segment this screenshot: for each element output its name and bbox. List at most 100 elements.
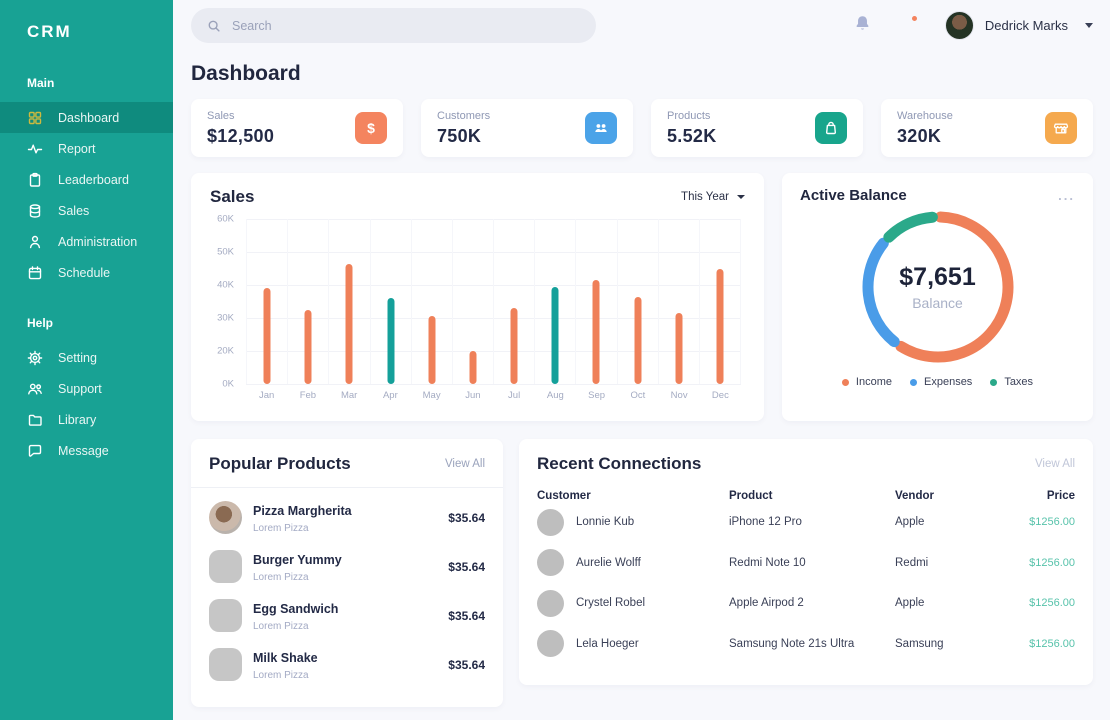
- y-tick-label: 20K: [217, 345, 234, 357]
- messages-icon[interactable]: [897, 14, 918, 34]
- search-input[interactable]: [232, 18, 580, 33]
- user-menu[interactable]: Dedrick Marks: [944, 11, 1093, 40]
- stats-row: Sales $12,500 $ Customers 750K Products 5.52K W…: [191, 99, 1093, 157]
- bar-jan: [263, 288, 271, 384]
- price-cell: $1256.00: [1029, 556, 1075, 569]
- sales-bar-chart: 60K 50K 40K 30K 20K 0K Jan Feb Mar Apr May Jun Jul A…: [210, 214, 745, 409]
- table-row[interactable]: Crystel Robel Apple Airpod 2 Apple $1256.00: [537, 583, 1075, 624]
- product-cell: Redmi Note 10: [729, 556, 806, 569]
- x-tick-label: Oct: [630, 390, 646, 401]
- product-price: $35.64: [448, 559, 485, 574]
- user-icon: [27, 234, 43, 250]
- sidebar-item-setting[interactable]: Setting: [0, 342, 173, 373]
- sidebar-item-administration[interactable]: Administration: [0, 226, 173, 257]
- legend-item-taxes: Taxes: [990, 376, 1033, 388]
- bar-may: [428, 316, 436, 384]
- vendor-cell: Samsung: [895, 637, 944, 650]
- stat-card-customers: Customers 750K: [421, 99, 633, 157]
- product-subtitle: Lorem Pizza: [253, 522, 309, 534]
- table-row[interactable]: Aurelie Wolff Redmi Note 10 Redmi $1256.00: [537, 543, 1075, 584]
- vendor-cell: Apple: [895, 597, 925, 610]
- sales-chart-title: Sales: [210, 187, 255, 206]
- product-row[interactable]: Pizza Margherita Lorem Pizza $35.64: [209, 493, 485, 542]
- sidebar-item-schedule[interactable]: Schedule: [0, 257, 173, 288]
- x-tick-label: Jun: [465, 390, 481, 401]
- products-view-all-link[interactable]: View All: [445, 458, 485, 470]
- sidebar-item-message[interactable]: Message: [0, 435, 173, 466]
- page-title: Dashboard: [191, 62, 301, 85]
- x-tick-label: May: [422, 390, 441, 401]
- sidebar-item-label: Sales: [58, 203, 90, 218]
- sidebar-item-label: Dashboard: [58, 110, 120, 125]
- stat-card-products: Products 5.52K: [651, 99, 863, 157]
- notifications-bell-icon[interactable]: [854, 14, 871, 37]
- sidebar-item-label: Report: [58, 141, 96, 156]
- legend-item-income: Income: [841, 376, 892, 388]
- connections-view-all-link[interactable]: View All: [1035, 458, 1075, 470]
- bar-aug: [551, 286, 559, 384]
- activity-icon: [27, 141, 43, 157]
- bar-column-apr: [369, 219, 411, 384]
- sidebar-item-dashboard[interactable]: Dashboard: [0, 102, 173, 133]
- donut-legend: Income Expenses Taxes: [800, 376, 1075, 388]
- legend-label: Income: [855, 376, 892, 388]
- bar-column-mar: [328, 219, 369, 384]
- table-row[interactable]: Lonnie Kub iPhone 12 Pro Apple $1256.00: [537, 502, 1075, 543]
- product-price: $35.64: [448, 510, 485, 525]
- sidebar-section-label: Main: [27, 76, 55, 90]
- table-row[interactable]: Lela Hoeger Samsung Note 21s Ultra Samsung…: [537, 624, 1075, 665]
- calendar-icon: [27, 265, 43, 281]
- popular-products-card: Popular Products View All Pizza Margheri…: [191, 439, 503, 707]
- user-name: Dedrick Marks: [984, 18, 1068, 33]
- year-filter-dropdown[interactable]: This Year: [681, 191, 745, 203]
- sidebar-section-label: Help: [27, 316, 54, 330]
- dollar-icon: $: [355, 112, 387, 144]
- sidebar-item-label: Setting: [58, 350, 97, 365]
- sidebar-item-leaderboard[interactable]: Leaderboard: [0, 164, 173, 195]
- gear-icon: [27, 350, 43, 366]
- sidebar-item-support[interactable]: Support: [0, 373, 173, 404]
- stat-card-warehouse: Warehouse 320K: [881, 99, 1093, 157]
- bar-column-jan: [246, 219, 287, 384]
- product-name: Burger Yummy: [253, 552, 342, 567]
- sidebar-item-report[interactable]: Report: [0, 133, 173, 164]
- product-row[interactable]: Egg Sandwich Lorem Pizza $35.64: [209, 591, 485, 640]
- legend-item-expenses: Expenses: [910, 376, 972, 388]
- legend-dot: [990, 378, 998, 386]
- product-subtitle: Lorem Pizza: [253, 620, 309, 632]
- stat-value: 5.52K: [667, 125, 717, 146]
- users-icon: [27, 381, 43, 397]
- customer-name: Crystel Robel: [576, 597, 646, 610]
- customer-name: Aurelie Wolff: [576, 556, 641, 569]
- bar-column-nov: [657, 219, 699, 384]
- column-header-vendor: Vendor: [895, 490, 934, 502]
- sidebar-item-library[interactable]: Library: [0, 404, 173, 435]
- sidebar-item-sales[interactable]: Sales: [0, 195, 173, 226]
- product-thumbnail: [209, 501, 242, 534]
- balance-value: $7,651: [899, 263, 976, 291]
- x-tick-label: Mar: [340, 390, 358, 401]
- vendor-cell: Redmi: [895, 556, 929, 569]
- y-tick-label: 0K: [222, 378, 234, 390]
- x-tick-label: Jul: [508, 390, 521, 401]
- product-name: Egg Sandwich: [253, 601, 339, 616]
- search-bar[interactable]: [191, 8, 596, 43]
- product-cell: iPhone 12 Pro: [729, 516, 802, 529]
- sidebar-item-label: Message: [58, 443, 109, 458]
- customer-avatar: [537, 508, 564, 536]
- product-list: Pizza Margherita Lorem Pizza $35.64 Burger …: [191, 488, 503, 689]
- product-row[interactable]: Milk Shake Lorem Pizza $35.64: [209, 640, 485, 689]
- product-thumbnail: [209, 599, 242, 632]
- stat-label: Sales: [207, 109, 235, 122]
- product-row[interactable]: Burger Yummy Lorem Pizza $35.64: [209, 542, 485, 591]
- y-tick-label: 60K: [217, 213, 234, 225]
- sidebar-item-label: Library: [58, 412, 97, 427]
- price-cell: $1256.00: [1029, 637, 1075, 650]
- bar-column-dec: [698, 219, 742, 384]
- sidebar-item-label: Leaderboard: [58, 172, 129, 187]
- product-subtitle: Lorem Pizza: [253, 669, 309, 681]
- bar-column-feb: [287, 219, 328, 384]
- x-tick-label: Nov: [670, 390, 688, 401]
- column-header-price: Price: [1046, 490, 1075, 502]
- more-options-icon[interactable]: ...: [1058, 188, 1075, 203]
